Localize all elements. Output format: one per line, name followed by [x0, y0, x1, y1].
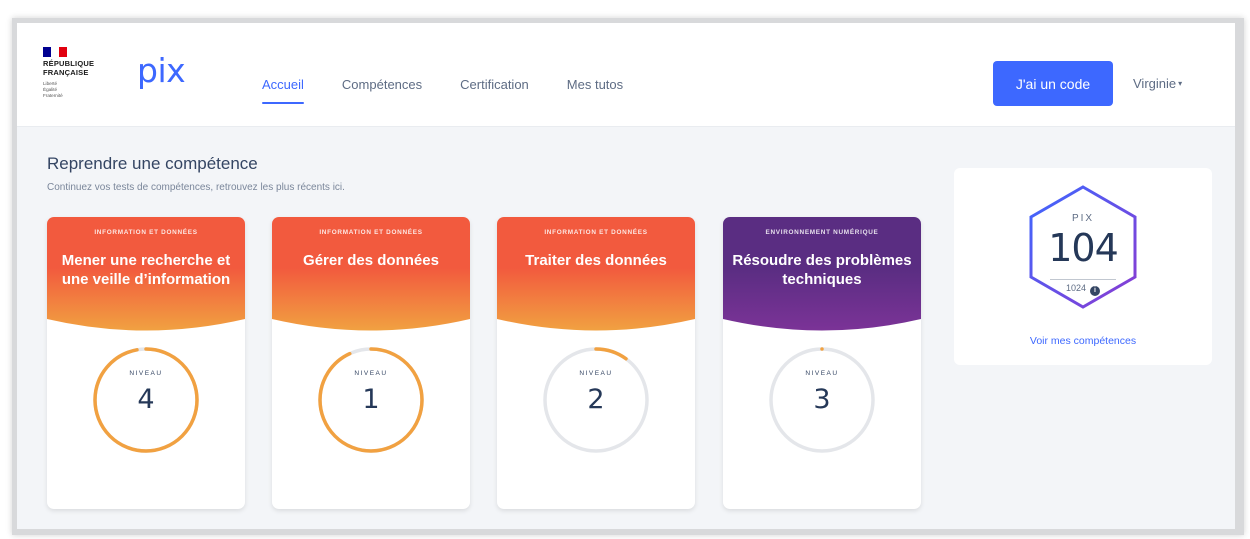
pix-score-label: PIX [1071, 213, 1095, 224]
level-gauge: NIVEAU 1 [316, 345, 426, 455]
level-label: NIVEAU [354, 370, 388, 377]
info-icon[interactable]: i [1090, 286, 1101, 296]
pix-score-panel: PIX 104 1024 i Voir mes compétences [954, 168, 1212, 365]
competence-name: Gérer des données [303, 252, 439, 269]
competence-area-label: ENVIRONNEMENT NUMÉRIQUE [765, 229, 879, 236]
nav-item-competences[interactable]: Compétences [342, 77, 422, 104]
card-header: ENVIRONNEMENT NUMÉRIQUE Résoudre des prob… [723, 217, 921, 337]
pix-score-max: 1024 i [954, 283, 1212, 296]
card-header: INFORMATION ET DONNÉES Traiter des donnée… [497, 217, 695, 337]
page-title: Reprendre une compétence [47, 154, 258, 173]
card-header: INFORMATION ET DONNÉES Gérer des données [272, 217, 470, 337]
competence-area-label: INFORMATION ET DONNÉES [94, 229, 198, 236]
voir-mes-competences-link[interactable]: Voir mes compétences [954, 335, 1212, 347]
level-label: NIVEAU [579, 370, 613, 377]
competence-card[interactable]: INFORMATION ET DONNÉES Gérer des données N… [272, 217, 470, 509]
french-flag-icon [43, 47, 67, 57]
card-header: INFORMATION ET DONNÉES Mener une recherch… [47, 217, 245, 337]
level-gauge: NIVEAU 3 [767, 345, 877, 455]
user-name: Virginie [1133, 76, 1177, 91]
jai-un-code-button[interactable]: J'ai un code [993, 61, 1113, 106]
level-gauge: NIVEAU 2 [541, 345, 651, 455]
nav-item-certification[interactable]: Certification [460, 77, 529, 104]
user-menu[interactable]: Virginie ▾ [1133, 76, 1182, 91]
main-nav: Accueil Compétences Certification Mes tu… [262, 77, 661, 104]
nav-item-mes-tutos[interactable]: Mes tutos [567, 77, 623, 104]
caret-down-icon: ▾ [1178, 79, 1183, 88]
pix-logo[interactable]: pix [137, 53, 186, 89]
competence-card[interactable]: INFORMATION ET DONNÉES Mener une recherch… [47, 217, 245, 509]
level-value: 4 [137, 384, 155, 415]
competence-name: Mener une recherche et une veille d’info… [61, 252, 231, 288]
browser-window: RÉPUBLIQUE FRANÇAISE Liberté Égalité Fra… [12, 18, 1244, 535]
republique-francaise-logo[interactable]: RÉPUBLIQUE FRANÇAISE Liberté Égalité Fra… [43, 47, 113, 107]
competence-card[interactable]: INFORMATION ET DONNÉES Traiter des donnée… [497, 217, 695, 509]
page-subtitle: Continuez vos tests de compétences, retr… [47, 182, 345, 193]
level-gauge: NIVEAU 4 [91, 345, 201, 455]
competence-area-label: INFORMATION ET DONNÉES [319, 229, 423, 236]
competence-area-label: INFORMATION ET DONNÉES [544, 229, 648, 236]
pix-score-value: 104 [1048, 226, 1119, 270]
score-divider [1050, 279, 1116, 280]
rf-motto: Liberté Égalité Fraternité [43, 81, 63, 98]
top-navigation-bar: RÉPUBLIQUE FRANÇAISE Liberté Égalité Fra… [17, 23, 1235, 127]
rf-name: RÉPUBLIQUE FRANÇAISE [43, 59, 95, 77]
competence-card[interactable]: ENVIRONNEMENT NUMÉRIQUE Résoudre des prob… [723, 217, 921, 509]
nav-item-accueil[interactable]: Accueil [262, 77, 304, 104]
competence-name: Résoudre des problèmes techniques [732, 252, 912, 288]
level-value: 2 [587, 384, 605, 415]
pix-score-max-value: 1024 [1065, 283, 1087, 293]
level-value: 3 [813, 384, 831, 415]
level-label: NIVEAU [129, 370, 163, 377]
level-value: 1 [362, 384, 380, 415]
level-label: NIVEAU [805, 370, 839, 377]
competence-name: Traiter des données [525, 252, 667, 269]
